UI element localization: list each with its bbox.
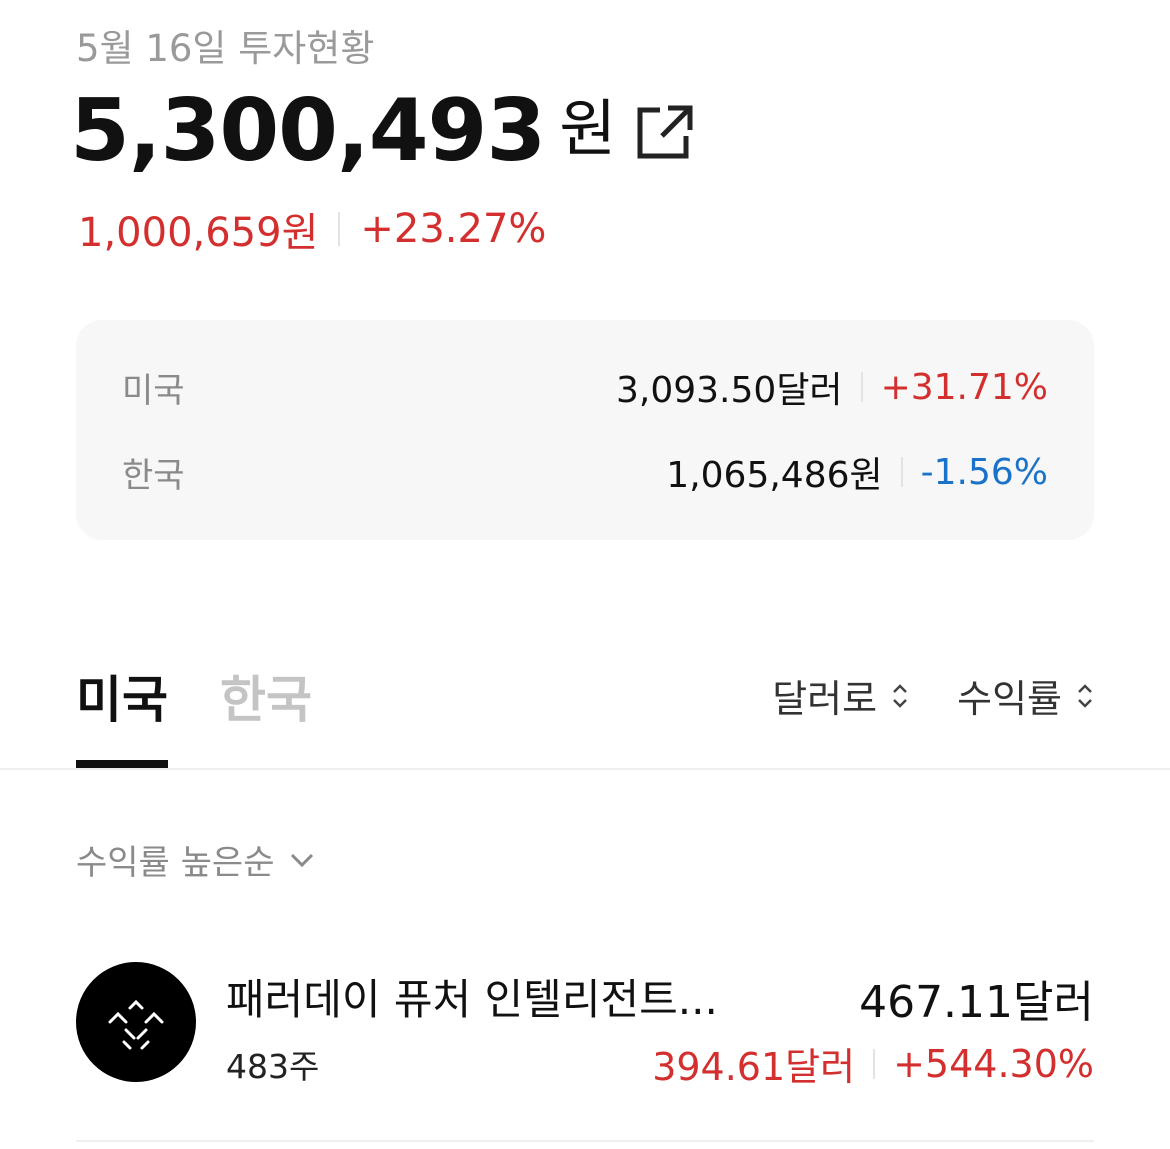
currency-toggle-button[interactable]: 달러로	[772, 668, 909, 723]
holding-profit-amount: 394.61달러	[652, 1045, 856, 1089]
holding-value: 467.11달러	[859, 977, 1094, 1028]
total-profit: 1,000,659원 +23.27%	[78, 200, 546, 258]
separator	[873, 1048, 876, 1079]
market-summary-card: 미국 3,093.50달러 +31.71% 한국 1,065,486원 -1.5…	[76, 320, 1094, 540]
holding-profit-rate: +544.30%	[893, 1041, 1094, 1086]
tab-divider	[0, 768, 1170, 770]
total-value: 5,300,493	[70, 81, 546, 181]
list-divider	[76, 1140, 1094, 1142]
metric-toggle-button[interactable]: 수익률	[957, 668, 1094, 723]
total-unit: 원	[559, 92, 617, 165]
market-tabs: 미국 한국	[76, 660, 364, 770]
profit-rate: +23.27%	[360, 206, 547, 252]
external-link-icon[interactable]	[634, 102, 694, 162]
summary-amount: 1,065,486원	[666, 455, 883, 496]
holding-shares: 483주	[226, 1047, 320, 1086]
summary-label: 미국	[122, 370, 185, 411]
tab-us[interactable]: 미국	[76, 660, 168, 770]
holding-profit: 394.61달러 +544.30%	[652, 1036, 1094, 1091]
sort-order-label: 수익률 높은순	[76, 843, 275, 883]
faraday-future-logo	[76, 962, 196, 1082]
view-controls: 달러로 수익률	[772, 668, 1094, 723]
holding-name: 패러데이 퓨처 인텔리전트...	[226, 975, 718, 1024]
tab-kr[interactable]: 한국	[220, 660, 312, 770]
summary-row-kr[interactable]: 한국 1,065,486원 -1.56%	[122, 447, 1048, 497]
separator	[900, 457, 903, 487]
profit-amount: 1,000,659원	[78, 210, 319, 256]
summary-rate: -1.56%	[920, 451, 1048, 493]
summary-label: 한국	[122, 455, 185, 496]
summary-rate: +31.71%	[880, 366, 1048, 408]
summary-amount: 3,093.50달러	[616, 370, 843, 411]
sort-updown-icon	[1078, 683, 1092, 708]
ff-logo-icon	[108, 999, 164, 1050]
separator	[338, 212, 341, 246]
metric-toggle-label: 수익률	[957, 677, 1062, 721]
page-title-date: 5월 16일 투자현황	[76, 27, 375, 70]
currency-toggle-label: 달러로	[772, 677, 878, 721]
separator	[860, 372, 863, 402]
chevron-down-icon	[290, 853, 313, 867]
sort-updown-icon	[893, 683, 907, 708]
holding-row[interactable]: 패러데이 퓨처 인텔리전트... 483주 467.11달러 394.61달러 …	[76, 962, 1094, 1089]
sort-order-dropdown[interactable]: 수익률 높은순	[76, 835, 315, 884]
summary-row-us[interactable]: 미국 3,093.50달러 +31.71%	[122, 362, 1048, 412]
total-balance: 5,300,493 원	[70, 70, 694, 200]
